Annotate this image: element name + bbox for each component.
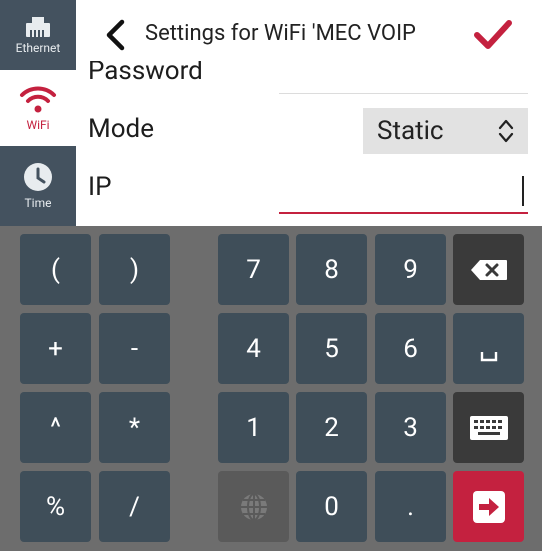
key-7[interactable]: 7 [218, 234, 289, 305]
backspace-key[interactable] [453, 234, 524, 305]
key-minus[interactable]: - [99, 313, 170, 384]
sidebar-item-label: Ethernet [15, 41, 61, 55]
mode-label: Mode [88, 114, 154, 144]
key-6[interactable]: 6 [375, 313, 446, 384]
sidebar-item-wifi[interactable]: WiFi [0, 70, 76, 146]
key-asterisk[interactable]: * [99, 392, 170, 463]
key-2[interactable]: 2 [296, 392, 367, 463]
ip-label: IP [88, 172, 112, 202]
key-1[interactable]: 1 [218, 392, 289, 463]
sidebar-item-time[interactable]: Time [0, 146, 76, 226]
numeric-keyboard: ( ) 7 8 9 + - 4 5 6 ^ * 1 2 3 % / 0 . [0, 226, 542, 551]
backspace-icon [470, 259, 507, 280]
mode-value: Static [377, 116, 444, 146]
text-caret [522, 176, 524, 206]
key-3[interactable]: 3 [375, 392, 446, 463]
key-close-paren[interactable]: ) [99, 234, 170, 305]
sidebar-item-label: WiFi [26, 118, 50, 132]
space-key[interactable] [453, 313, 524, 384]
key-plus[interactable]: + [20, 313, 91, 384]
header: Settings for WiFi 'MEC VOIP [76, 0, 542, 70]
key-caret[interactable]: ^ [20, 392, 91, 463]
mode-select[interactable]: Static [363, 108, 528, 154]
password-field[interactable] [279, 93, 528, 94]
ethernet-icon [26, 17, 50, 37]
globe-key[interactable] [218, 471, 289, 542]
ip-input[interactable] [279, 170, 528, 214]
key-0[interactable]: 0 [296, 471, 367, 542]
updown-arrow-icon [498, 119, 514, 143]
key-9[interactable]: 9 [375, 234, 446, 305]
key-open-paren[interactable]: ( [20, 234, 91, 305]
key-period[interactable]: . [375, 471, 446, 542]
checkmark-icon[interactable] [473, 17, 513, 53]
sidebar-item-ethernet[interactable]: Ethernet [0, 0, 76, 70]
key-4[interactable]: 4 [218, 313, 289, 384]
key-slash[interactable]: / [99, 471, 170, 542]
keyboard-toggle-key[interactable] [453, 392, 524, 463]
page-title: Settings for WiFi 'MEC VOIP [145, 21, 416, 46]
sidebar: Ethernet WiFi Time [0, 0, 76, 226]
chevron-left-icon[interactable] [104, 19, 126, 51]
keyboard-icon [469, 415, 508, 440]
sidebar-item-label: Time [24, 196, 52, 210]
enter-icon [472, 490, 505, 523]
globe-icon [240, 492, 267, 521]
key-5[interactable]: 5 [296, 313, 367, 384]
wifi-icon [20, 86, 56, 113]
space-icon [480, 351, 497, 361]
clock-icon [24, 163, 52, 191]
enter-key[interactable] [453, 471, 524, 542]
key-8[interactable]: 8 [296, 234, 367, 305]
key-percent[interactable]: % [20, 471, 91, 542]
